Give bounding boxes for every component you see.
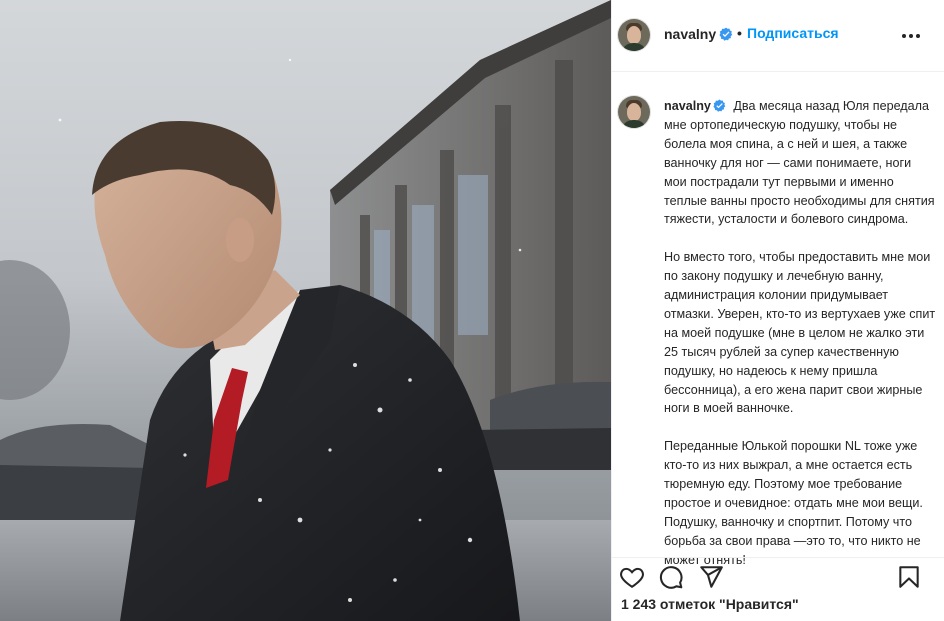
header-username[interactable]: navalny <box>664 26 716 42</box>
post-photo[interactable] <box>0 0 611 621</box>
avatar[interactable] <box>618 19 650 51</box>
post-caption: navalny Два месяца назад Юля передала мн… <box>664 97 936 589</box>
verified-badge-icon <box>713 99 726 112</box>
action-bar <box>612 557 944 591</box>
caption-paragraph: navalny Два месяца назад Юля передала мн… <box>664 97 936 229</box>
caption-paragraph: Но вместо того, чтобы предоставить мне м… <box>664 250 936 416</box>
caption-username[interactable]: navalny <box>664 99 711 113</box>
verified-badge-icon <box>719 27 733 41</box>
heart-icon[interactable] <box>619 564 645 590</box>
comment-icon[interactable] <box>658 564 684 590</box>
caption-text: Два месяца назад Юля передала мне ортопе… <box>664 99 935 227</box>
follow-button[interactable]: Подписаться <box>747 25 839 41</box>
post-side-panel: navalny • Подписаться navalny Два месяца… <box>611 0 944 621</box>
bookmark-icon[interactable] <box>896 564 922 590</box>
caption-paragraph: Переданные Юлькой порошки NL тоже уже кт… <box>664 439 923 567</box>
header-separator: • <box>737 25 742 41</box>
post-header: navalny • Подписаться <box>612 0 944 72</box>
photo-illustration <box>0 0 611 621</box>
more-options-icon[interactable] <box>897 24 925 48</box>
caption-avatar[interactable] <box>618 96 650 128</box>
likes-count[interactable]: 1 243 отметок "Нравится" <box>621 596 799 612</box>
share-icon[interactable] <box>698 564 724 590</box>
